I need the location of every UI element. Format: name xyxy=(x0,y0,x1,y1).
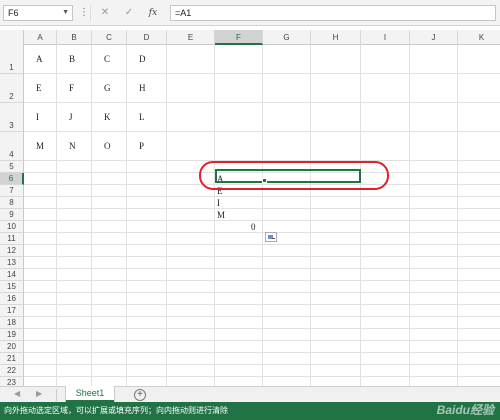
formula-input-value: =A1 xyxy=(175,8,192,18)
row-header-8[interactable]: 8 xyxy=(0,197,24,209)
gridline-vertical xyxy=(91,45,92,386)
gridline-vertical xyxy=(56,45,57,386)
row-header-7[interactable]: 7 xyxy=(0,185,24,197)
row-header-19[interactable]: 19 xyxy=(0,329,24,341)
column-header-row: ABCDEFGHIJK xyxy=(0,30,500,45)
status-message: 向外拖动选定区域，可以扩展或填充序列；向内拖动则进行清除 xyxy=(4,406,228,415)
row-header-10[interactable]: 10 xyxy=(0,221,24,233)
cell-b2[interactable]: F xyxy=(69,83,74,93)
row-header-12[interactable]: 12 xyxy=(0,245,24,257)
status-bar: 向外拖动选定区域，可以扩展或填充序列；向内拖动则进行清除 Baidu经验 xyxy=(0,402,500,420)
cell-c3[interactable]: K xyxy=(104,112,111,122)
column-header-g[interactable]: G xyxy=(263,30,311,45)
row-header-17[interactable]: 17 xyxy=(0,305,24,317)
cell-d4[interactable]: P xyxy=(139,141,144,151)
name-box[interactable]: F6 ▼ xyxy=(3,5,73,21)
worksheet-grid[interactable]: ABCDEFGHIJK 1 2 3 4 5 6 7 8 9 10 11 12 13 14 15 16 17 18 1… xyxy=(0,30,500,386)
column-header-c[interactable]: C xyxy=(92,30,127,45)
row-header-18[interactable]: 18 xyxy=(0,317,24,329)
column-header-h[interactable]: H xyxy=(311,30,361,45)
row-header-5[interactable]: 5 xyxy=(0,161,24,173)
divider xyxy=(56,389,57,401)
gridline-vertical xyxy=(409,45,410,386)
cell-b3[interactable]: J xyxy=(69,112,73,122)
cell-d3[interactable]: L xyxy=(139,112,145,122)
chevron-down-icon[interactable]: ▼ xyxy=(62,6,69,20)
cell-e8[interactable]: I xyxy=(217,198,220,208)
sheet-tab-bar: ◀ ▶ Sheet1 + xyxy=(0,386,500,402)
cell-b1[interactable]: B xyxy=(69,54,75,64)
annotation-oval xyxy=(199,161,389,190)
column-header-b[interactable]: B xyxy=(57,30,92,45)
insert-function-icon[interactable]: fx xyxy=(146,5,160,21)
row-header-6[interactable]: 6 xyxy=(0,173,24,185)
row-header-23[interactable]: 23 xyxy=(0,377,24,386)
cell-d1[interactable]: D xyxy=(139,54,146,64)
next-sheet-icon[interactable]: ▶ xyxy=(36,389,42,398)
watermark: Baidu经验 xyxy=(436,403,494,417)
gridline-vertical xyxy=(214,45,215,386)
row-header-11[interactable]: 11 xyxy=(0,233,24,245)
cell-b4[interactable]: N xyxy=(69,141,76,151)
cell-c1[interactable]: C xyxy=(104,54,110,64)
row-header-3[interactable]: 3 xyxy=(0,103,24,132)
gridline-vertical xyxy=(262,45,263,386)
enter-icon[interactable]: ✓ xyxy=(122,5,136,21)
row-header-15[interactable]: 15 xyxy=(0,281,24,293)
row-header-22[interactable]: 22 xyxy=(0,365,24,377)
more-options-icon[interactable]: ⋮ xyxy=(79,5,89,21)
gridline-vertical xyxy=(457,45,458,386)
tab-sheet1[interactable]: Sheet1 xyxy=(66,386,114,402)
column-header-d[interactable]: D xyxy=(127,30,167,45)
row-header-4[interactable]: 4 xyxy=(0,132,24,161)
column-header-a[interactable]: A xyxy=(24,30,57,45)
column-header-f[interactable]: F xyxy=(215,30,263,45)
gridline-vertical xyxy=(360,45,361,386)
row-header-2[interactable]: 2 xyxy=(0,74,24,103)
prev-sheet-icon[interactable]: ◀ xyxy=(14,389,20,398)
select-all-corner[interactable] xyxy=(0,30,24,45)
auto-fill-options-icon[interactable] xyxy=(265,232,277,242)
row-header-1[interactable]: 1 xyxy=(0,45,24,74)
cell-f10[interactable]: 0 xyxy=(251,222,256,232)
row-header-16[interactable]: 16 xyxy=(0,293,24,305)
gridline-vertical xyxy=(126,45,127,386)
row-header-21[interactable]: 21 xyxy=(0,353,24,365)
row-header-20[interactable]: 20 xyxy=(0,341,24,353)
add-sheet-icon[interactable]: + xyxy=(134,389,146,401)
formula-input[interactable]: =A1 xyxy=(170,5,496,21)
row-header-13[interactable]: 13 xyxy=(0,257,24,269)
column-header-k[interactable]: K xyxy=(458,30,500,45)
name-box-value: F6 xyxy=(8,8,19,18)
gridline-vertical xyxy=(166,45,167,386)
cell-a3[interactable]: I xyxy=(36,112,39,122)
row-header-14[interactable]: 14 xyxy=(0,269,24,281)
cell-d2[interactable]: H xyxy=(139,83,146,93)
formula-bar: F6 ▼ ⋮ ✕ ✓ fx =A1 xyxy=(0,0,500,26)
cell-c4[interactable]: O xyxy=(104,141,111,151)
divider xyxy=(90,5,91,21)
row-header-9[interactable]: 9 xyxy=(0,209,24,221)
column-header-j[interactable]: J xyxy=(410,30,458,45)
cancel-icon[interactable]: ✕ xyxy=(98,5,112,21)
gridline-vertical xyxy=(310,45,311,386)
column-header-e[interactable]: E xyxy=(167,30,215,45)
cell-c2[interactable]: G xyxy=(104,83,111,93)
cell-a1[interactable]: A xyxy=(36,54,43,64)
column-header-i[interactable]: I xyxy=(361,30,410,45)
cell-a4[interactable]: M xyxy=(36,141,44,151)
cell-a2[interactable]: E xyxy=(36,83,42,93)
cell-e9[interactable]: M xyxy=(217,210,225,220)
